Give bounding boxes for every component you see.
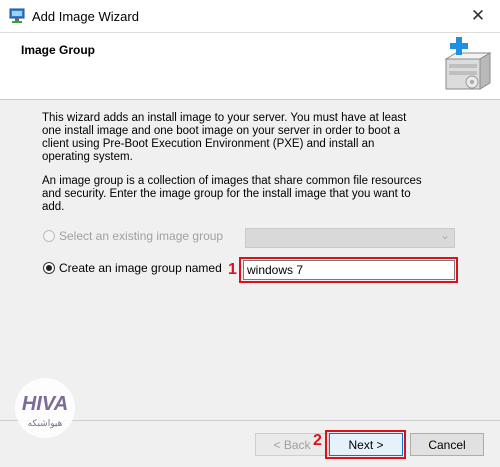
svg-text:HIVA: HIVA	[22, 393, 68, 415]
existing-group-label: Select an existing image group	[59, 229, 224, 243]
cancel-button[interactable]: Cancel	[410, 433, 484, 456]
create-group-label: Create an image group named	[59, 261, 222, 275]
create-group-option[interactable]: Create an image group named	[43, 261, 222, 275]
intro-text: This wizard adds an install image to you…	[42, 112, 407, 163]
next-button[interactable]: Next >	[329, 433, 403, 456]
existing-group-radio[interactable]	[43, 230, 55, 242]
title-bar: Add Image Wizard ✕	[0, 0, 500, 33]
page-title: Image Group	[21, 43, 96, 57]
image-group-description: An image group is a collection of images…	[42, 175, 422, 213]
close-icon: ✕	[470, 6, 486, 25]
svg-text:هیواشبکه: هیواشبکه	[28, 419, 63, 429]
create-group-radio[interactable]	[43, 262, 55, 274]
image-group-name-input[interactable]	[243, 260, 455, 280]
existing-group-dropdown[interactable]: ⌄	[245, 228, 455, 248]
existing-group-option[interactable]: Select an existing image group	[43, 229, 223, 243]
step-marker-2: 2	[313, 432, 322, 449]
hiva-watermark-logo: HIVA هیواشبکه	[15, 378, 75, 438]
window-title: Add Image Wizard	[32, 9, 139, 24]
wizard-app-icon	[9, 8, 25, 23]
step-marker-1: 1	[228, 261, 237, 278]
close-button[interactable]: ✕	[456, 0, 500, 32]
server-add-icon	[444, 37, 492, 90]
chevron-down-icon: ⌄	[439, 228, 450, 242]
wizard-header: Image Group	[0, 33, 500, 100]
